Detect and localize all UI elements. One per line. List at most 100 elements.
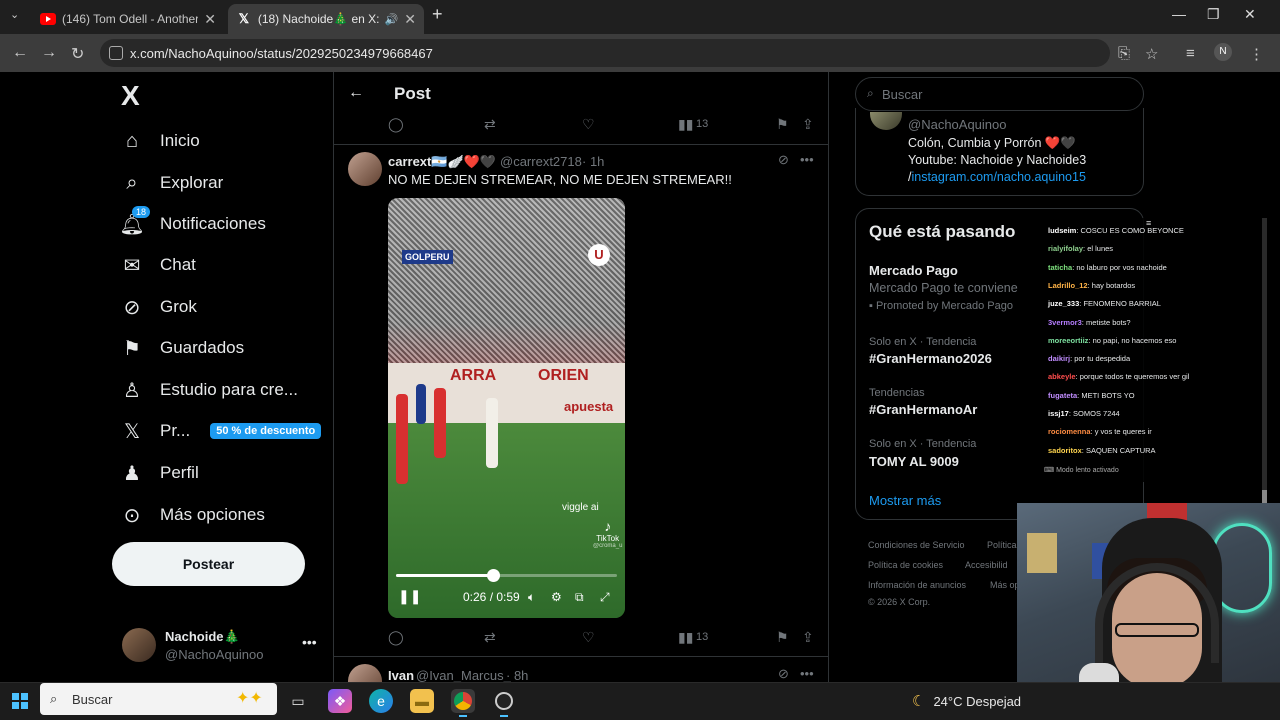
browser-menu-icon[interactable]: ⋮ (1249, 45, 1264, 63)
close-window-icon[interactable]: ✕ (1244, 6, 1256, 23)
avatar[interactable] (348, 664, 382, 682)
footer-link[interactable]: Más op (990, 580, 1020, 590)
repost-icon[interactable]: ⇄ (484, 629, 496, 646)
more-dots-icon[interactable]: ••• (800, 666, 814, 681)
share-icon[interactable]: ⇪ (802, 116, 814, 133)
nav-item-guardados[interactable]: ⚑ Guardados (120, 331, 244, 365)
site-info-icon[interactable] (109, 46, 123, 60)
chat-username[interactable]: Ladrillo_12 (1048, 281, 1088, 290)
taskbar-search-input[interactable]: ⌕ Buscar ✦✦ (40, 683, 277, 715)
fullscreen-icon[interactable]: ⤢ (600, 590, 610, 605)
footer-link[interactable]: Accesibilid (965, 560, 1008, 570)
nav-item-perfil[interactable]: ♟ Perfil (120, 456, 199, 490)
nav-item-estudio[interactable]: ♙ Estudio para cre... (120, 373, 298, 407)
url-field[interactable]: x.com/NachoAquinoo/status/20292502349796… (100, 39, 1110, 67)
close-tab-icon[interactable]: ✕ (404, 11, 416, 28)
share-icon[interactable]: ⇪ (802, 629, 814, 646)
chat-username[interactable]: issj17 (1048, 409, 1069, 418)
footer-link[interactable]: Condiciones de Servicio (868, 540, 965, 550)
tweet-handle[interactable]: @carrext2718 (500, 154, 582, 169)
back-arrow-icon[interactable]: ← (348, 84, 364, 102)
search-input[interactable]: ⌕ Buscar (855, 77, 1144, 111)
like-icon[interactable]: ♡ (582, 629, 595, 646)
picture-in-picture-icon[interactable]: ⧉ (575, 590, 584, 605)
nav-item-notificaciones[interactable]: 🔔︎ 18 Notificaciones (119, 206, 266, 241)
nav-item-grok[interactable]: ⊘ Grok (120, 290, 197, 324)
chat-username[interactable]: fugateta (1048, 391, 1077, 400)
like-icon[interactable]: ♡ (582, 116, 595, 133)
nav-item-premium[interactable]: 𝕏 Pr... 50 % de descuento (120, 414, 322, 448)
windows-start-icon[interactable] (12, 693, 28, 709)
account-switcher[interactable]: Nachoide🎄 @NachoAquinoo ••• (122, 628, 322, 664)
repost-icon[interactable]: ⇄ (484, 116, 496, 133)
bookmark-icon[interactable]: ⚑ (776, 629, 789, 646)
post-button[interactable]: Postear (112, 542, 305, 586)
pause-icon[interactable]: ❚❚ (398, 588, 421, 605)
nav-item-chat[interactable]: ✉ Chat (120, 248, 196, 282)
views-icon[interactable]: ▮▮ (678, 116, 693, 133)
more-dots-icon[interactable]: ••• (800, 152, 814, 167)
chrome-icon[interactable] (451, 689, 475, 717)
task-view-icon[interactable]: ▭ (286, 689, 310, 713)
chat-username[interactable]: moreeortiiz (1048, 336, 1088, 345)
tweet-author[interactable]: Ivan (388, 668, 414, 682)
close-tab-icon[interactable]: ✕ (204, 11, 216, 28)
chat-username[interactable]: rociomenna (1048, 427, 1091, 436)
footer-link[interactable]: Política (987, 540, 1017, 550)
bio-handle[interactable]: @NachoAquinoo (908, 117, 1006, 132)
show-more-link[interactable]: Mostrar más (869, 493, 941, 508)
file-explorer-icon[interactable]: ▬ (410, 689, 434, 713)
chat-username[interactable]: daikirj (1048, 354, 1070, 363)
instagram-link[interactable]: instagram.com/nacho.aquino15 (911, 170, 1085, 184)
minimize-icon[interactable]: — (1172, 6, 1186, 22)
tweet-handle[interactable]: @Ivan_Marcus_ (416, 668, 511, 682)
maximize-icon[interactable]: ❐ (1207, 6, 1220, 23)
chat-username[interactable]: rialyifolay (1048, 244, 1083, 253)
browser-profile-avatar[interactable]: N (1214, 43, 1232, 61)
chat-username[interactable]: abkeyle (1048, 372, 1076, 381)
tab-x[interactable]: 𝕏 (18) Nachoide🎄 en X: "Hoy 🔊 ✕ (228, 4, 424, 34)
tab-youtube[interactable]: (146) Tom Odell - Another Love ✕ (32, 4, 224, 34)
volume-icon[interactable]: 🔈︎ (528, 590, 535, 605)
weather-widget[interactable]: ☾ 24°C Despejad (912, 692, 1021, 710)
tab-search-icon[interactable]: ⌄ (10, 8, 19, 21)
more-dots-icon[interactable]: ••• (302, 634, 317, 650)
avatar[interactable] (348, 152, 382, 186)
footer-link[interactable]: Información de anuncios (868, 580, 966, 590)
views-icon[interactable]: ▮▮ (678, 629, 693, 646)
video-progress-bar[interactable] (396, 569, 617, 582)
edge-icon[interactable]: e (369, 689, 393, 713)
chat-username[interactable]: taticha (1048, 263, 1072, 272)
nav-item-mas-opciones[interactable]: ⊙ Más opciones (120, 498, 265, 532)
tweet-time[interactable]: · 8h (506, 668, 528, 682)
install-app-icon[interactable]: ⎘ (1118, 45, 1130, 62)
copilot-icon[interactable]: ❖ (328, 689, 352, 713)
x-logo[interactable]: X (121, 80, 140, 112)
grok-icon[interactable]: ⊘ (778, 666, 789, 682)
reply-icon[interactable]: ◯ (388, 116, 404, 133)
chat-username[interactable]: ludseim (1048, 226, 1076, 235)
obs-icon[interactable] (492, 689, 516, 717)
footer-link[interactable]: Política de cookies (868, 560, 943, 570)
scrollbar-track[interactable] (1262, 218, 1267, 508)
back-icon[interactable]: ← (12, 44, 28, 62)
nav-item-explorar[interactable]: ⌕ Explorar (120, 166, 223, 200)
chat-username[interactable]: juze_333 (1048, 299, 1079, 308)
settings-gear-icon[interactable]: ⚙ (551, 590, 562, 604)
grok-icon[interactable]: ⊘ (778, 152, 789, 168)
tweet-time[interactable]: · 1h (582, 154, 604, 169)
forward-icon[interactable]: → (41, 44, 57, 62)
speaker-icon[interactable]: 🔊 (385, 13, 399, 26)
chat-username[interactable]: 3vermor3 (1048, 318, 1082, 327)
video-player[interactable]: ARRA ORIEN apuesta GOLPERU U viggle ai ♪… (388, 198, 625, 618)
new-tab-icon[interactable]: + (432, 4, 443, 25)
nav-item-inicio[interactable]: ⌂ Inicio (120, 124, 200, 158)
reload-icon[interactable]: ↻ (71, 44, 84, 64)
bookmark-star-icon[interactable]: ☆ (1145, 45, 1158, 63)
chat-username[interactable]: sadoritox (1048, 446, 1082, 455)
reply-icon[interactable]: ◯ (388, 629, 404, 646)
tweet-author[interactable]: carrext🇦🇷🪽❤️🖤 (388, 154, 496, 170)
media-control-icon[interactable]: ≡ (1186, 45, 1195, 62)
scrollbar-thumb[interactable] (1262, 490, 1267, 504)
bookmark-icon[interactable]: ⚑ (776, 116, 789, 133)
